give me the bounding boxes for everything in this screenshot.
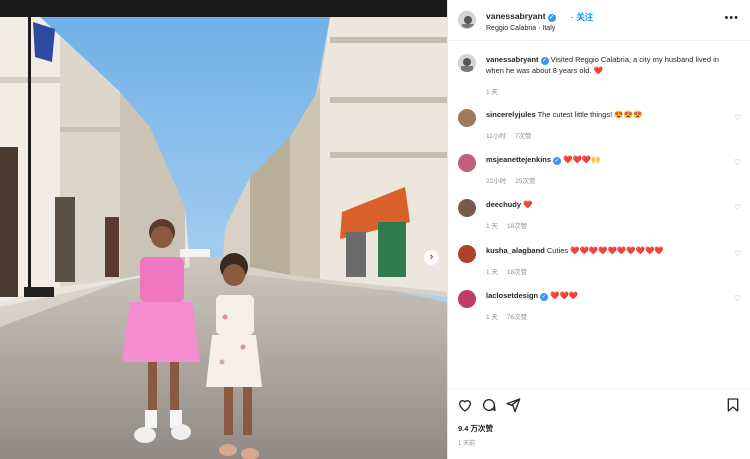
comment-text: sincerelyjules The cutest little things!…	[486, 110, 726, 121]
comment-body: Cuties	[546, 246, 569, 255]
emoji-text: 😍😍😍	[614, 110, 643, 119]
follow-button[interactable]: · 关注	[571, 11, 593, 23]
more-options-button[interactable]: •••	[724, 12, 739, 24]
verified-badge-icon: ✓	[540, 57, 549, 65]
comment-text: msjeanettejenkins ✓ ❤️❤️❤️🙌	[486, 155, 726, 166]
comment-time: 1 天	[486, 269, 498, 276]
comment-time: 1 天	[486, 223, 498, 230]
post-header: vanessabryant ✓ · 关注 Reggio Calabria · It…	[448, 0, 750, 41]
post-author-username[interactable]: vanessabryant ✓	[486, 11, 556, 22]
comment-likes-count[interactable]: 25次赞	[515, 178, 535, 185]
comment-likes-count[interactable]: 76次赞	[507, 314, 527, 321]
comment-meta: 1 天 18次赞	[486, 220, 536, 230]
username-text[interactable]: msjeanettejenkins	[486, 155, 551, 164]
heart-icon[interactable]	[457, 397, 473, 413]
location-link[interactable]: Reggio Calabria · Italy	[486, 25, 555, 32]
caption-text: vanessabryant ✓ Visited Reggio Calabria, …	[486, 55, 726, 76]
comment-meta: 11小时 7次赞	[486, 130, 540, 140]
comment-meta: 1 天 18次赞	[486, 266, 536, 276]
comment-icon[interactable]	[481, 397, 497, 413]
avatar[interactable]	[458, 154, 476, 172]
verified-badge-icon: ✓	[553, 157, 562, 165]
username-text[interactable]: vanessabryant	[486, 55, 539, 64]
comment-time: 11小时	[486, 133, 506, 140]
comment-text: kusha_alagband Cuties ❤️❤️❤️❤️❤️❤️❤️❤️❤️…	[486, 246, 726, 257]
username-text[interactable]: sincerelyjules	[486, 110, 536, 119]
emoji-text: ❤️❤️❤️🙌	[563, 155, 601, 164]
avatar[interactable]	[458, 54, 476, 72]
comment-body: The cutest little things!	[537, 110, 613, 119]
comment-time: 1 天	[486, 314, 498, 321]
caption-time: 1 天	[486, 89, 498, 96]
comment-meta: 22小时 25次赞	[486, 175, 544, 185]
comment-text: laclosetdesign ✓ ❤️❤️❤️	[486, 291, 726, 302]
post-time: 1 天前	[458, 441, 476, 447]
comment-meta: 1 天 76次赞	[486, 311, 536, 321]
username-text[interactable]: laclosetdesign	[486, 291, 538, 300]
avatar[interactable]	[458, 290, 476, 308]
like-comment-heart-icon[interactable]: ♡	[734, 294, 741, 303]
comment-text: deechudy ❤️	[486, 200, 726, 211]
username-text[interactable]: kusha_alagband	[486, 246, 545, 255]
post-side-panel: vanessabryant ✓ · 关注 Reggio Calabria · It…	[447, 0, 750, 459]
comment-likes-count[interactable]: 18次赞	[507, 223, 527, 230]
comment-time: 22小时	[486, 178, 507, 185]
verified-badge-icon: ✓	[540, 293, 549, 301]
bookmark-icon[interactable]	[725, 397, 741, 413]
avatar[interactable]	[458, 11, 476, 29]
like-comment-heart-icon[interactable]: ♡	[734, 158, 741, 167]
like-comment-heart-icon[interactable]: ♡	[734, 113, 741, 122]
username-text[interactable]: vanessabryant	[486, 11, 546, 21]
verified-badge-icon: ✓	[547, 14, 556, 22]
post-photo[interactable]: ›	[0, 17, 447, 459]
share-icon[interactable]	[505, 397, 521, 413]
post-actions-bar: 9.4 万次赞 1 天前	[448, 388, 750, 459]
street-scene-image	[0, 17, 447, 459]
emoji-text: ❤️❤️❤️	[550, 291, 579, 300]
avatar[interactable]	[458, 109, 476, 127]
like-comment-heart-icon[interactable]: ♡	[734, 249, 741, 258]
comment-likes-count[interactable]: 7次赞	[515, 133, 532, 140]
caption-meta: 1 天	[486, 86, 507, 96]
avatar[interactable]	[458, 199, 476, 217]
avatar[interactable]	[458, 245, 476, 263]
like-comment-heart-icon[interactable]: ♡	[734, 203, 741, 212]
emoji-text: ❤️	[523, 200, 533, 209]
likes-count[interactable]: 9.4 万次赞	[458, 423, 493, 434]
app-frame: › vanessabryant ✓ · 关注 Reggio Calabria · …	[0, 0, 750, 459]
emoji-text: ❤️❤️❤️❤️❤️❤️❤️❤️❤️❤️	[570, 246, 664, 255]
username-text[interactable]: deechudy	[486, 200, 521, 209]
follow-label[interactable]: 关注	[576, 12, 593, 22]
heart-emoji: ❤️	[593, 65, 603, 75]
comment-likes-count[interactable]: 18次赞	[507, 269, 527, 276]
next-photo-button[interactable]: ›	[424, 250, 439, 265]
